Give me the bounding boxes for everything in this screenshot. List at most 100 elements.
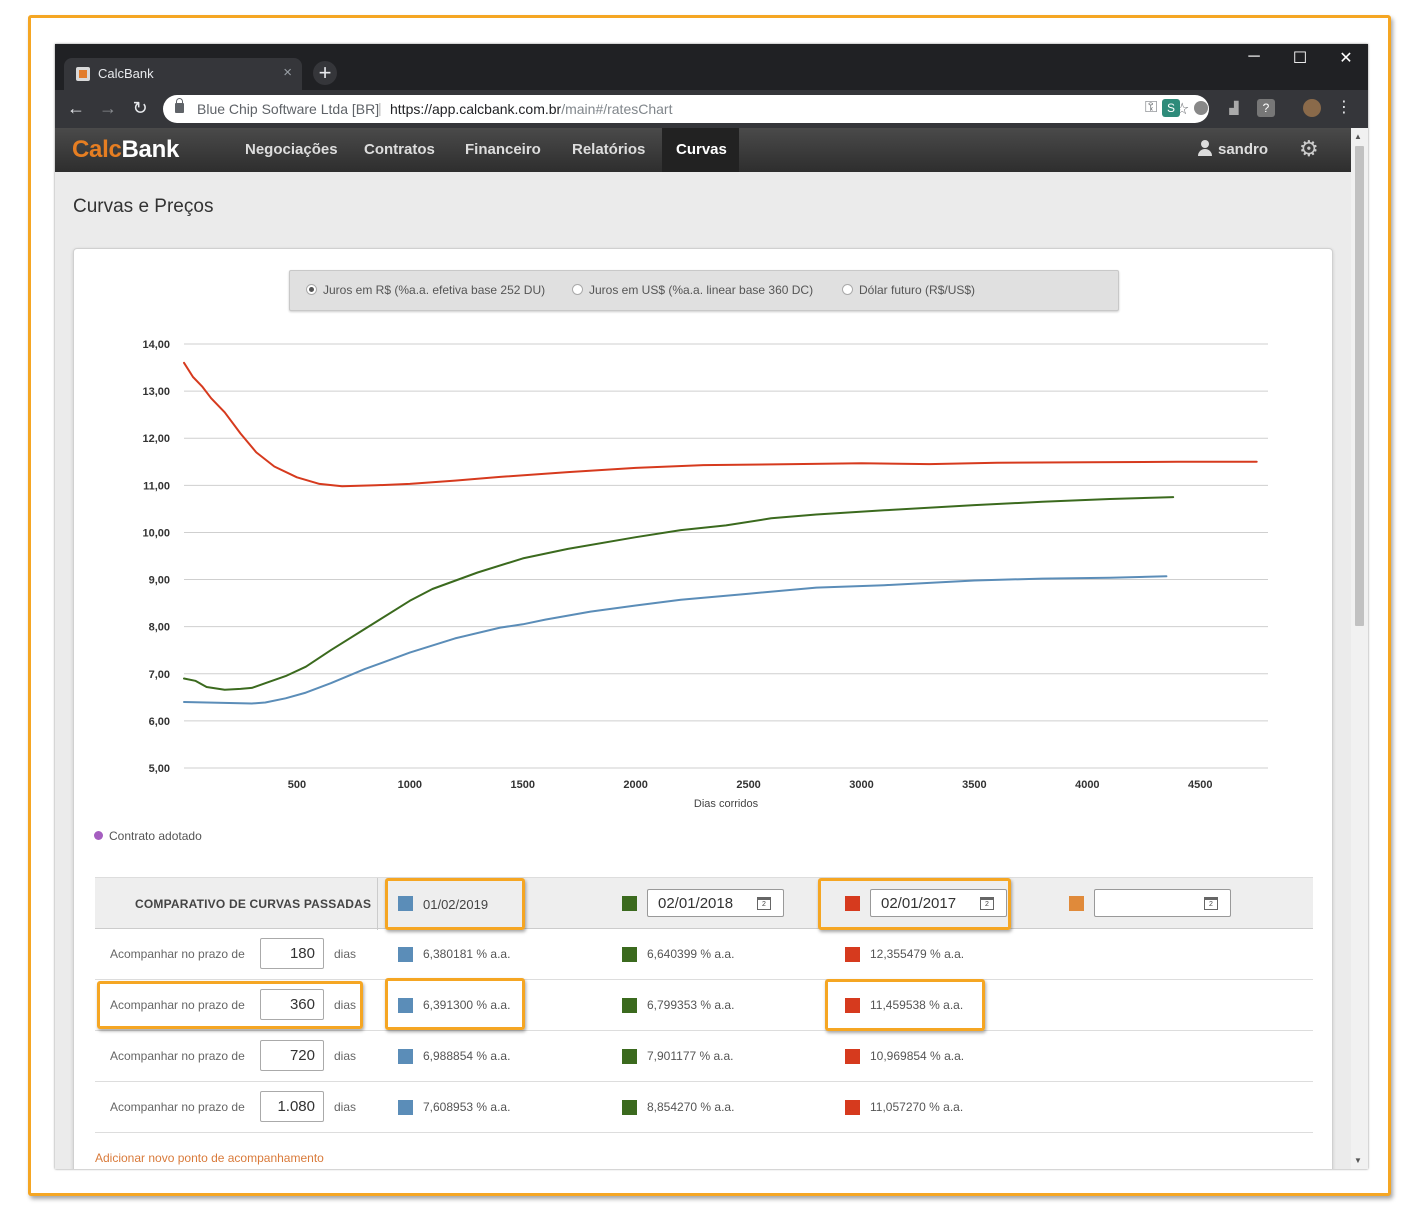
rate-value: 7,901177 % a.a. [647, 1049, 734, 1063]
profile-avatar[interactable] [1303, 99, 1321, 117]
calendar-icon[interactable]: 2 [980, 897, 994, 910]
swatch-red [845, 947, 860, 962]
radio-juros-brl[interactable]: Juros em R$ (%a.a. efetiva base 252 DU) [306, 283, 545, 297]
days-input[interactable]: 1.080 [260, 1091, 324, 1122]
tracking-row: Acompanhar no prazo de 180 dias 6,380181… [95, 929, 1313, 980]
browser-tab[interactable]: CalcBank × [64, 58, 302, 90]
radio-label: Dólar futuro (R$/US$) [859, 283, 976, 297]
days-label: dias [334, 947, 357, 961]
forward-icon[interactable]: → [97, 98, 119, 119]
title-bar: CalcBank × + ─ ☐ ✕ [55, 44, 1368, 90]
nav-relatorios[interactable]: Relatórios [558, 128, 659, 172]
reload-icon[interactable]: ↻ [129, 98, 151, 119]
row-label: Acompanhar no prazo de [110, 1049, 245, 1063]
tracking-row: Acompanhar no prazo de 720 dias 6,988854… [95, 1031, 1313, 1082]
url-separator: | [378, 100, 382, 116]
swatch-red [845, 998, 860, 1013]
calendar-icon[interactable]: 2 [757, 897, 771, 910]
scroll-up-icon[interactable]: ▲ [1354, 132, 1362, 141]
extension-signal-icon[interactable]: ▟ [1225, 99, 1243, 117]
nav-negociacoes[interactable]: Negociações [231, 128, 352, 172]
user-menu[interactable]: sandro [1198, 128, 1268, 172]
comparison-header: COMPARATIVO DE CURVAS PASSADAS 01/02/201… [95, 877, 1313, 930]
nav-financeiro[interactable]: Financeiro [451, 128, 555, 172]
days-input[interactable]: 180 [260, 938, 324, 969]
url-text: https://app.calcbank.com.br/main#/ratesC… [390, 101, 672, 117]
comparison-table: COMPARATIVO DE CURVAS PASSADAS 01/02/201… [95, 877, 1313, 1165]
browser-menu-icon[interactable]: ⋮ [1335, 99, 1353, 117]
minimize-icon[interactable]: ─ [1231, 48, 1277, 66]
days-input[interactable]: 720 [260, 1040, 324, 1071]
rate-value: 6,380181 % a.a. [423, 947, 511, 961]
x-tick-label: 1000 [398, 779, 422, 791]
logo-calc: Calc [72, 136, 122, 163]
url-base: https://app.calcbank.com.br [390, 101, 562, 117]
page-scrollbar[interactable]: ▲ ▼ [1351, 128, 1368, 1169]
logo-bank: Bank [121, 136, 180, 163]
days-label: dias [334, 1100, 357, 1114]
key-icon[interactable]: ⚿ [1145, 99, 1157, 117]
date-input-curve-3[interactable]: 02/01/2017 2 [870, 889, 1007, 917]
radio-juros-usd[interactable]: Juros em US$ (%a.a. linear base 360 DC) [572, 283, 813, 297]
calendar-icon[interactable]: 2 [1204, 897, 1218, 910]
browser-toolbar: ← → ↻ Blue Chip Software Ltda [BR] | htt… [55, 90, 1368, 128]
user-name: sandro [1218, 141, 1269, 158]
radio-dot-icon [842, 284, 853, 295]
url-path: /main#/ratesChart [561, 101, 673, 117]
close-window-icon[interactable]: ✕ [1323, 48, 1368, 68]
rate-value: 6,799353 % a.a. [647, 998, 735, 1012]
swatch-blue [398, 998, 413, 1013]
chart-panel: Juros em R$ (%a.a. efetiva base 252 DU) … [73, 248, 1333, 1169]
date-value: 02/01/2017 [881, 895, 957, 912]
maximize-icon[interactable]: ☐ [1277, 48, 1323, 68]
nav-contratos[interactable]: Contratos [350, 128, 449, 172]
scroll-down-icon[interactable]: ▼ [1354, 1156, 1362, 1165]
radio-label: Juros em R$ (%a.a. efetiva base 252 DU) [323, 283, 546, 297]
gear-icon[interactable]: ⚙ [1299, 136, 1319, 162]
address-bar[interactable]: Blue Chip Software Ltda [BR] | https://a… [163, 95, 1209, 123]
extension-s-icon[interactable]: S [1162, 99, 1180, 117]
rate-value: 7,608953 % a.a. [423, 1100, 511, 1114]
x-tick-label: 3000 [849, 779, 873, 791]
date-input-curve-2[interactable]: 02/01/2018 2 [647, 889, 784, 917]
lock-icon [175, 98, 184, 113]
radio-label: Juros em US$ (%a.a. linear base 360 DC) [589, 283, 814, 297]
rate-value: 6,988854 % a.a. [423, 1049, 511, 1063]
back-icon[interactable]: ← [65, 98, 87, 119]
rate-value: 11,459538 % a.a. [870, 998, 964, 1012]
row-label: Acompanhar no prazo de [110, 998, 245, 1012]
days-input[interactable]: 360 [260, 989, 324, 1020]
x-tick-label: 4500 [1188, 779, 1212, 791]
header-divider [377, 878, 378, 930]
add-tracking-point-link[interactable]: Adicionar novo ponto de acompanhamento [95, 1151, 324, 1165]
swatch-green [622, 1049, 637, 1064]
new-tab-button[interactable]: + [313, 61, 337, 85]
rate-value: 12,355479 % a.a. [870, 947, 965, 961]
x-axis-label: Dias corridos [694, 798, 759, 810]
app-navbar: CalcBank Negociações Contratos Financeir… [55, 128, 1351, 172]
radio-dot-icon [306, 284, 317, 295]
swatch-red [845, 896, 860, 911]
site-identity: Blue Chip Software Ltda [BR] [197, 101, 380, 117]
y-tick-label: 11,00 [143, 480, 170, 492]
x-tick-label: 500 [288, 779, 306, 791]
y-tick-label: 12,00 [142, 433, 170, 445]
date-input-curve-4[interactable]: 2 [1094, 889, 1231, 917]
swatch-green [622, 1100, 637, 1115]
calcbank-favicon-icon [76, 67, 90, 81]
extension-help-icon[interactable]: ? [1257, 99, 1275, 117]
nav-curvas[interactable]: Curvas [662, 128, 739, 172]
rate-value: 10,969854 % a.a. [870, 1049, 965, 1063]
days-label: dias [334, 1049, 357, 1063]
swatch-blue [398, 896, 413, 911]
rate-value: 8,854270 % a.a. [647, 1100, 735, 1114]
series-line-3 [183, 361, 1258, 488]
extension-circle-icon[interactable] [1194, 101, 1208, 115]
calcbank-logo[interactable]: CalcBank [72, 136, 179, 164]
scroll-thumb[interactable] [1355, 146, 1364, 626]
close-tab-icon[interactable]: × [283, 64, 292, 81]
y-tick-label: 10,00 [142, 527, 170, 539]
rates-line-chart: 5,00 6,00 7,00 8,00 9,00 10,00 11,00 12,00 13,00… [142, 339, 1268, 810]
chart-legend[interactable]: Contrato adotado [94, 829, 202, 843]
radio-dolar-futuro[interactable]: Dólar futuro (R$/US$) [842, 283, 975, 297]
